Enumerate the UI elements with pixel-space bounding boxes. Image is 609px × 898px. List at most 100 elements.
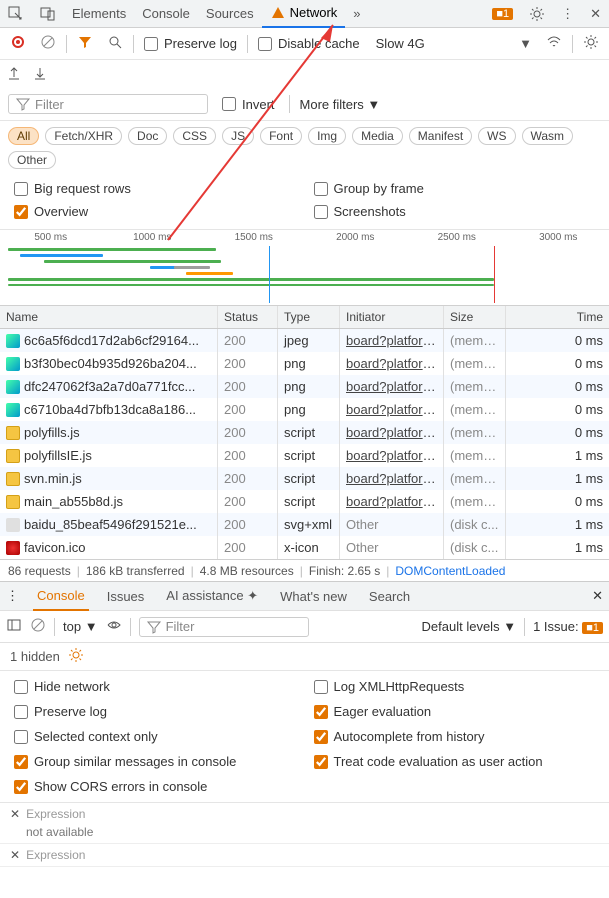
big-rows-check[interactable]: Big request rows [10,179,300,198]
drawer-tab-search[interactable]: Search [365,583,414,610]
request-table-body: 6c6a5f6dcd17d2ab6cf29164...200jpegboard?… [0,329,609,559]
settings-icon[interactable] [521,0,553,28]
col-size[interactable]: Size [444,306,506,328]
pill-js[interactable]: JS [222,127,254,145]
autocomplete-check[interactable]: Autocomplete from history [310,727,600,746]
throttle-dropdown-icon[interactable]: ▼ [515,32,536,55]
inspect-icon[interactable] [0,0,32,28]
device-icon[interactable] [32,0,64,28]
col-name[interactable]: Name [0,306,218,328]
timeline-overview[interactable]: 500 ms1000 ms1500 ms2000 ms2500 ms3000 m… [0,230,609,306]
table-row[interactable]: b3f30bec04b935d926ba204...200pngboard?pl… [0,352,609,375]
pill-all[interactable]: All [8,127,39,145]
selected-ctx-check[interactable]: Selected context only [10,727,300,746]
request-table-header: Name Status Type Initiator Size Time [0,306,609,329]
col-time[interactable]: Time [506,306,609,328]
pill-wasm[interactable]: Wasm [522,127,574,145]
preserve-log-check[interactable]: Preserve log [140,34,241,53]
table-row[interactable]: favicon.ico200x-iconOther(disk c...1 ms [0,536,609,559]
show-cors-check[interactable]: Show CORS errors in console [10,777,300,796]
pill-media[interactable]: Media [352,127,403,145]
drawer-tab-issues[interactable]: Issues [103,583,149,610]
console-filter-input[interactable]: Filter [139,617,309,637]
table-row[interactable]: polyfillsIE.js200scriptboard?platform=(m… [0,444,609,467]
live-expression-1[interactable]: ✕ Expression not available [0,803,609,844]
throttle-select[interactable]: Slow 4G [370,34,431,53]
drawer-kebab-icon[interactable]: ⋮ [6,588,19,604]
warning-icon [270,5,286,21]
status-dom: DOMContentLoaded [395,564,505,578]
tab-sources[interactable]: Sources [198,0,262,28]
more-filters-dropdown[interactable]: More filters ▼ [300,97,381,112]
screenshots-check[interactable]: Screenshots [310,202,600,221]
gear-icon[interactable] [68,647,84,666]
pill-css[interactable]: CSS [173,127,216,145]
disable-cache-check[interactable]: Disable cache [254,34,364,53]
tab-elements[interactable]: Elements [64,0,134,28]
drawer-tab-whatsnew[interactable]: What's new [276,583,351,610]
overview-check[interactable]: Overview [10,202,300,221]
table-row[interactable]: c6710ba4d7bfb13dca8a186...200pngboard?pl… [0,398,609,421]
clear-icon[interactable] [36,30,60,57]
console-clear-icon[interactable] [30,617,46,636]
context-select[interactable]: top ▼ [63,619,98,634]
search-icon[interactable] [103,30,127,57]
record-icon[interactable] [6,30,30,57]
pill-manifest[interactable]: Manifest [409,127,472,145]
status-resources: 4.8 MB resources [200,564,294,578]
hidden-count[interactable]: 1 hidden [10,649,60,664]
table-row[interactable]: main_ab55b8d.js200scriptboard?platform=(… [0,490,609,513]
pill-font[interactable]: Font [260,127,302,145]
filter-input[interactable]: Filter [8,94,208,114]
network-toolbar: Preserve log Disable cache Slow 4G ▼ [0,28,609,60]
pill-ws[interactable]: WS [478,127,515,145]
status-transferred: 186 kB transferred [86,564,185,578]
col-initiator[interactable]: Initiator [340,306,444,328]
table-row[interactable]: polyfills.js200scriptboard?platform=(mem… [0,421,609,444]
filter-toggle-icon[interactable] [73,30,97,57]
view-options: Big request rows Group by frame Overview… [0,175,609,230]
issues-link[interactable]: 1 Issue: ■ 1 [533,619,603,634]
close-icon[interactable]: ✕ [10,807,20,821]
tab-console[interactable]: Console [134,0,198,28]
pill-other[interactable]: Other [8,151,56,169]
file-type-icon [6,495,20,509]
kebab-icon[interactable]: ⋮ [553,0,582,28]
more-tabs-icon[interactable]: » [345,0,368,28]
invert-check[interactable]: Invert [218,95,279,114]
log-xhr-check[interactable]: Log XMLHttpRequests [310,677,600,696]
file-type-icon [6,380,20,394]
upload-har-icon[interactable] [6,65,22,84]
har-toolbar [0,60,609,88]
close-devtools-icon[interactable]: ✕ [582,0,609,28]
group-by-frame-check[interactable]: Group by frame [310,179,600,198]
levels-select[interactable]: Default levels ▼ [422,619,517,634]
drawer-close-icon[interactable]: ✕ [592,588,603,604]
download-har-icon[interactable] [32,65,48,84]
close-icon[interactable]: ✕ [10,848,20,862]
group-similar-check[interactable]: Group similar messages in console [10,752,300,771]
pill-img[interactable]: Img [308,127,346,145]
wifi-icon[interactable] [542,30,566,57]
col-status[interactable]: Status [218,306,278,328]
top-issues-badge[interactable]: ■ 1 [484,0,521,28]
network-settings-icon[interactable] [579,30,603,57]
preserve-log-check2[interactable]: Preserve log [10,702,300,721]
code-eval-check[interactable]: Treat code evaluation as user action [310,752,600,771]
eager-eval-check[interactable]: Eager evaluation [310,702,600,721]
drawer-tab-ai[interactable]: AI assistance ✦ [162,582,262,610]
table-row[interactable]: svn.min.js200scriptboard?platform=(memo.… [0,467,609,490]
hide-network-check[interactable]: Hide network [10,677,300,696]
live-expression-2[interactable]: ✕ Expression [0,844,609,867]
table-row[interactable]: baidu_85beaf5496f291521e...200svg+xmlOth… [0,513,609,536]
drawer-tab-console[interactable]: Console [33,582,89,611]
table-row[interactable]: 6c6a5f6dcd17d2ab6cf29164...200jpegboard?… [0,329,609,352]
pill-doc[interactable]: Doc [128,127,167,145]
col-type[interactable]: Type [278,306,340,328]
eye-icon[interactable] [106,617,122,636]
pill-fetchxhr[interactable]: Fetch/XHR [45,127,122,145]
tab-network[interactable]: Network [262,0,346,28]
table-row[interactable]: dfc247062f3a2a7d0a771fcc...200pngboard?p… [0,375,609,398]
file-type-icon [6,334,20,348]
console-sidebar-icon[interactable] [6,617,22,636]
